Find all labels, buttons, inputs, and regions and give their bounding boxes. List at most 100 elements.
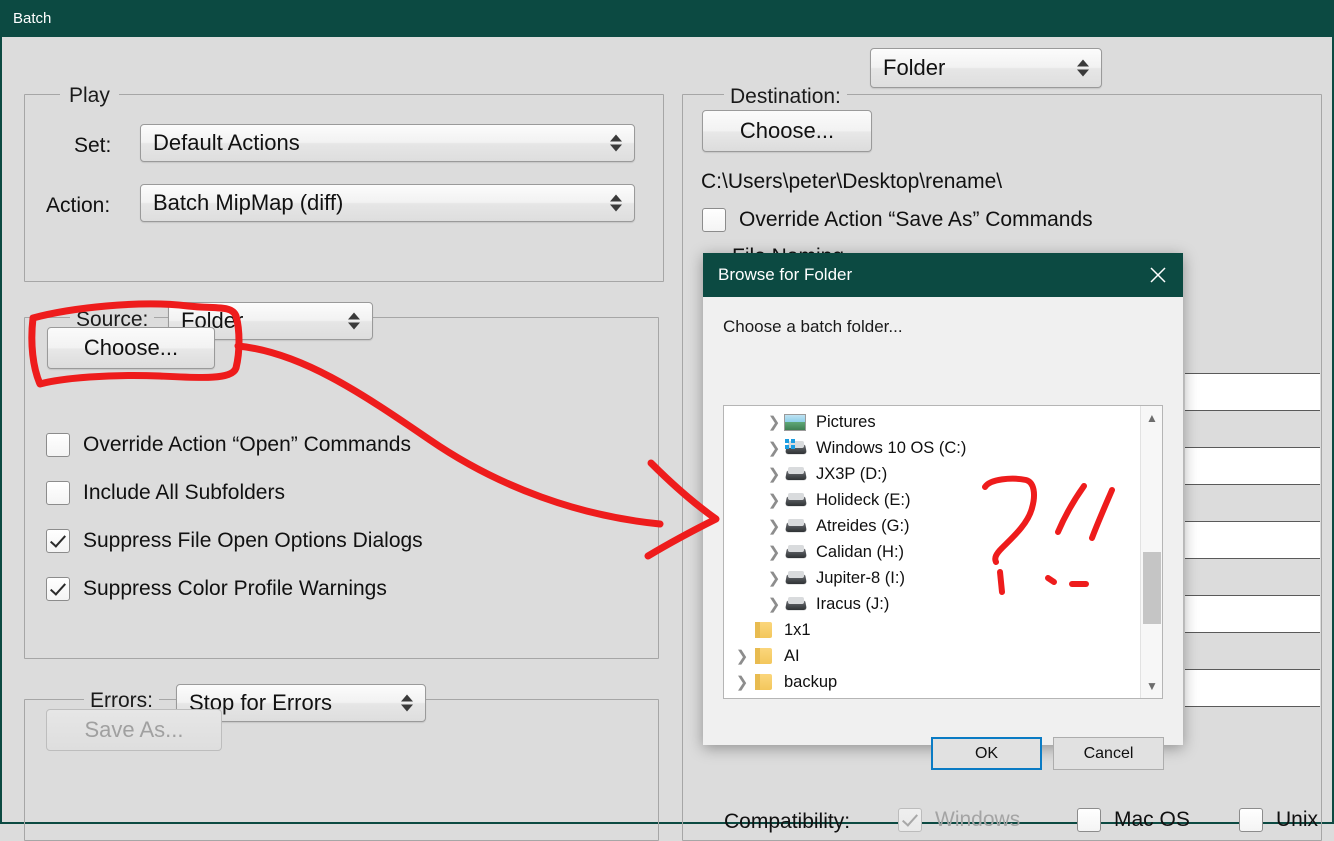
folder-tree-view[interactable]: ❯ Pictures ❯ Windows 10 OS (C:) ❯ JX3P (… <box>723 405 1163 699</box>
source-choose-button[interactable]: Choose... <box>47 327 215 369</box>
action-combo-stepper-icon[interactable] <box>610 194 622 212</box>
chevron-right-icon[interactable]: ❯ <box>732 647 752 665</box>
override-save-as-commands-checkbox[interactable] <box>702 208 726 232</box>
tree-item-1x1[interactable]: ❯ 1x1 <box>724 617 1142 643</box>
compatibility-macos-label: Mac OS <box>1114 808 1190 831</box>
destination-combo[interactable]: Folder <box>870 48 1102 88</box>
compatibility-windows-label: Windows <box>935 808 1021 831</box>
compatibility-unix-checkbox-row[interactable]: Unix <box>1239 808 1318 832</box>
include-all-subfolders-checkbox-row[interactable]: Include All Subfolders <box>46 481 285 505</box>
window-title: Batch <box>13 10 52 27</box>
browse-dialog-body: Choose a batch folder... ❯ Pictures ❯ Wi… <box>703 297 1183 770</box>
tree-item-windows-10-os-c[interactable]: ❯ Windows 10 OS (C:) <box>724 435 1142 461</box>
chevron-right-icon[interactable]: ❯ <box>764 569 784 587</box>
tree-item-pictures[interactable]: ❯ Pictures <box>724 409 1142 435</box>
folder-icon <box>752 698 778 699</box>
chevron-right-icon[interactable]: ❯ <box>764 491 784 509</box>
suppress-color-profile-warnings-label: Suppress Color Profile Warnings <box>83 577 387 600</box>
browse-dialog-prompt: Choose a batch folder... <box>723 317 903 336</box>
tree-item-jupiter-8-i[interactable]: ❯ Jupiter-8 (I:) <box>724 565 1142 591</box>
compatibility-unix-label: Unix <box>1276 808 1319 831</box>
set-combo[interactable]: Default Actions <box>140 124 635 162</box>
chevron-down-icon[interactable]: ▼ <box>1141 674 1162 698</box>
chevron-right-icon[interactable]: ❯ <box>764 439 784 457</box>
close-icon[interactable] <box>1133 253 1183 297</box>
chevron-right-icon[interactable]: ❯ <box>764 595 784 613</box>
tree-item-label: Windows 10 OS (C:) <box>816 438 967 457</box>
chevron-right-icon[interactable]: ❯ <box>764 543 784 561</box>
set-combo-stepper-icon[interactable] <box>610 134 622 152</box>
file-naming-field[interactable] <box>1185 595 1320 633</box>
file-naming-field[interactable] <box>1185 669 1320 707</box>
chevron-right-icon[interactable]: ❯ <box>732 673 752 691</box>
tree-item-label: Calidan (H:) <box>816 542 905 561</box>
chevron-up-icon[interactable]: ▲ <box>1141 406 1162 430</box>
chevron-placeholder-icon: ❯ <box>732 621 752 639</box>
tree-item-atreides-g[interactable]: ❯ Atreides (G:) <box>724 513 1142 539</box>
include-all-subfolders-label: Include All Subfolders <box>83 481 285 504</box>
tree-item-label: JX3P (D:) <box>816 464 888 483</box>
tree-item-jx3p-d[interactable]: ❯ JX3P (D:) <box>724 461 1142 487</box>
tree-item-calidan-h[interactable]: ❯ Calidan (H:) <box>724 539 1142 565</box>
errors-save-as-button[interactable]: Save As... <box>46 709 222 751</box>
tree-item-label: Atreides (G:) <box>816 516 910 535</box>
source-combo-stepper-icon[interactable] <box>348 312 360 330</box>
action-combo[interactable]: Batch MipMap (diff) <box>140 184 635 222</box>
compatibility-macos-checkbox-row[interactable]: Mac OS <box>1077 808 1190 832</box>
folder-icon <box>752 672 778 692</box>
action-label: Action: <box>46 194 111 217</box>
errors-combo-stepper-icon[interactable] <box>401 694 413 712</box>
compatibility-macos-checkbox[interactable] <box>1077 808 1101 832</box>
set-label: Set: <box>74 134 112 157</box>
tree-item-holideck-e[interactable]: ❯ Holideck (E:) <box>724 487 1142 513</box>
compatibility-windows-checkbox[interactable] <box>898 808 922 832</box>
override-save-as-commands-checkbox-row[interactable]: Override Action “Save As” Commands <box>702 208 1093 232</box>
tree-item-backup[interactable]: ❯ backup <box>724 669 1142 695</box>
file-naming-field[interactable] <box>1185 521 1320 559</box>
chevron-right-icon[interactable]: ❯ <box>764 413 784 431</box>
suppress-color-profile-warnings-checkbox[interactable] <box>46 577 70 601</box>
destination-combo-value: Folder <box>883 55 946 80</box>
compatibility-windows-checkbox-row[interactable]: Windows <box>898 808 1020 832</box>
tree-item-label: Holideck (E:) <box>816 490 911 509</box>
drive-icon <box>784 594 810 614</box>
drive-icon <box>784 542 810 562</box>
suppress-color-profile-warnings-checkbox-row[interactable]: Suppress Color Profile Warnings <box>46 577 387 601</box>
destination-group-legend: Destination: <box>724 86 847 107</box>
destination-choose-button[interactable]: Choose... <box>702 110 872 152</box>
drive-icon <box>784 490 810 510</box>
action-combo-value: Batch MipMap (diff) <box>153 190 344 215</box>
set-combo-value: Default Actions <box>153 130 300 155</box>
tree-item-ai[interactable]: ❯ AI <box>724 643 1142 669</box>
tree-item-clipped[interactable]: ❯ <box>724 695 1142 699</box>
suppress-file-open-options-label: Suppress File Open Options Dialogs <box>83 529 423 552</box>
file-naming-field[interactable] <box>1185 373 1320 411</box>
override-save-as-commands-label: Override Action “Save As” Commands <box>739 208 1093 231</box>
folder-icon <box>752 620 778 640</box>
destination-path-text: C:\Users\peter\Desktop\rename\ <box>701 170 1003 193</box>
tree-item-label: 1x1 <box>784 620 811 639</box>
play-group-legend: Play <box>60 85 119 106</box>
folder-tree-scrollbar[interactable]: ▲ ▼ <box>1140 406 1162 698</box>
cancel-button[interactable]: Cancel <box>1053 737 1164 770</box>
scrollbar-thumb[interactable] <box>1143 552 1161 624</box>
browse-dialog-titlebar: Browse for Folder <box>703 253 1183 297</box>
tree-item-label: backup <box>784 672 838 691</box>
include-all-subfolders-checkbox[interactable] <box>46 481 70 505</box>
ok-button[interactable]: OK <box>931 737 1042 770</box>
suppress-file-open-options-checkbox[interactable] <box>46 529 70 553</box>
folder-icon <box>752 646 778 666</box>
chevron-right-icon[interactable]: ❯ <box>764 465 784 483</box>
folder-tree-list: ❯ Pictures ❯ Windows 10 OS (C:) ❯ JX3P (… <box>724 406 1142 699</box>
chevron-right-icon[interactable]: ❯ <box>764 517 784 535</box>
pictures-icon <box>784 412 810 432</box>
tree-item-iracus-j[interactable]: ❯ Iracus (J:) <box>724 591 1142 617</box>
override-open-commands-checkbox-row[interactable]: Override Action “Open” Commands <box>46 433 411 457</box>
destination-combo-stepper-icon[interactable] <box>1077 59 1089 77</box>
compatibility-unix-checkbox[interactable] <box>1239 808 1263 832</box>
file-naming-field[interactable] <box>1185 447 1320 485</box>
override-open-commands-checkbox[interactable] <box>46 433 70 457</box>
suppress-file-open-options-checkbox-row[interactable]: Suppress File Open Options Dialogs <box>46 529 423 553</box>
drive-icon <box>784 568 810 588</box>
drive-icon <box>784 516 810 536</box>
